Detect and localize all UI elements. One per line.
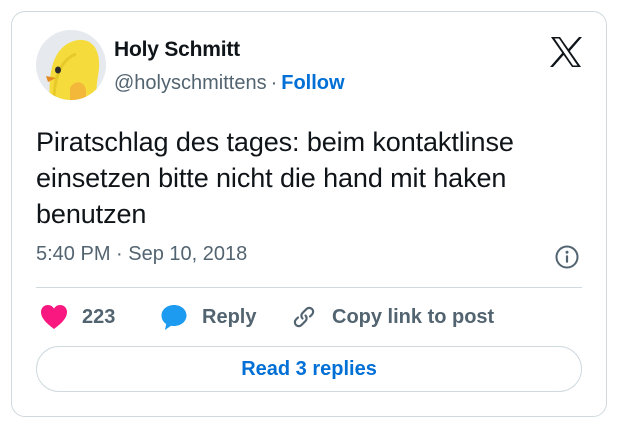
heart-icon	[41, 305, 67, 329]
x-logo-icon[interactable]	[548, 34, 584, 70]
tweet-timestamp[interactable]: 5:40 PM · Sep 10, 2018	[36, 243, 247, 266]
like-count: 223	[82, 305, 116, 328]
reply-button[interactable]: Reply	[160, 302, 256, 332]
speech-bubble-icon	[161, 305, 187, 330]
author-name[interactable]: Holy Schmitt	[114, 38, 240, 62]
author-handle-row: @holyschmittens · Follow	[114, 72, 345, 95]
follow-link[interactable]: Follow	[281, 72, 344, 94]
author-handle[interactable]: @holyschmittens	[114, 72, 267, 94]
copy-link-label: Copy link to post	[332, 305, 495, 328]
read-replies-button[interactable]: Read 3 replies	[36, 346, 582, 392]
divider	[36, 287, 582, 288]
like-button[interactable]: 223	[40, 302, 115, 332]
info-icon[interactable]	[554, 244, 580, 270]
chick-avatar-image	[36, 30, 106, 100]
reply-label: Reply	[202, 305, 257, 328]
separator-dot: ·	[270, 72, 278, 94]
link-icon	[293, 306, 315, 328]
avatar[interactable]	[36, 30, 106, 100]
tweet-text: Piratschlag des tages: beim kontaktlinse…	[36, 127, 514, 229]
tweet-card: Holy Schmitt @holyschmittens · Follow Pira…	[11, 11, 607, 417]
copy-link-button[interactable]: Copy link to post	[290, 302, 494, 332]
